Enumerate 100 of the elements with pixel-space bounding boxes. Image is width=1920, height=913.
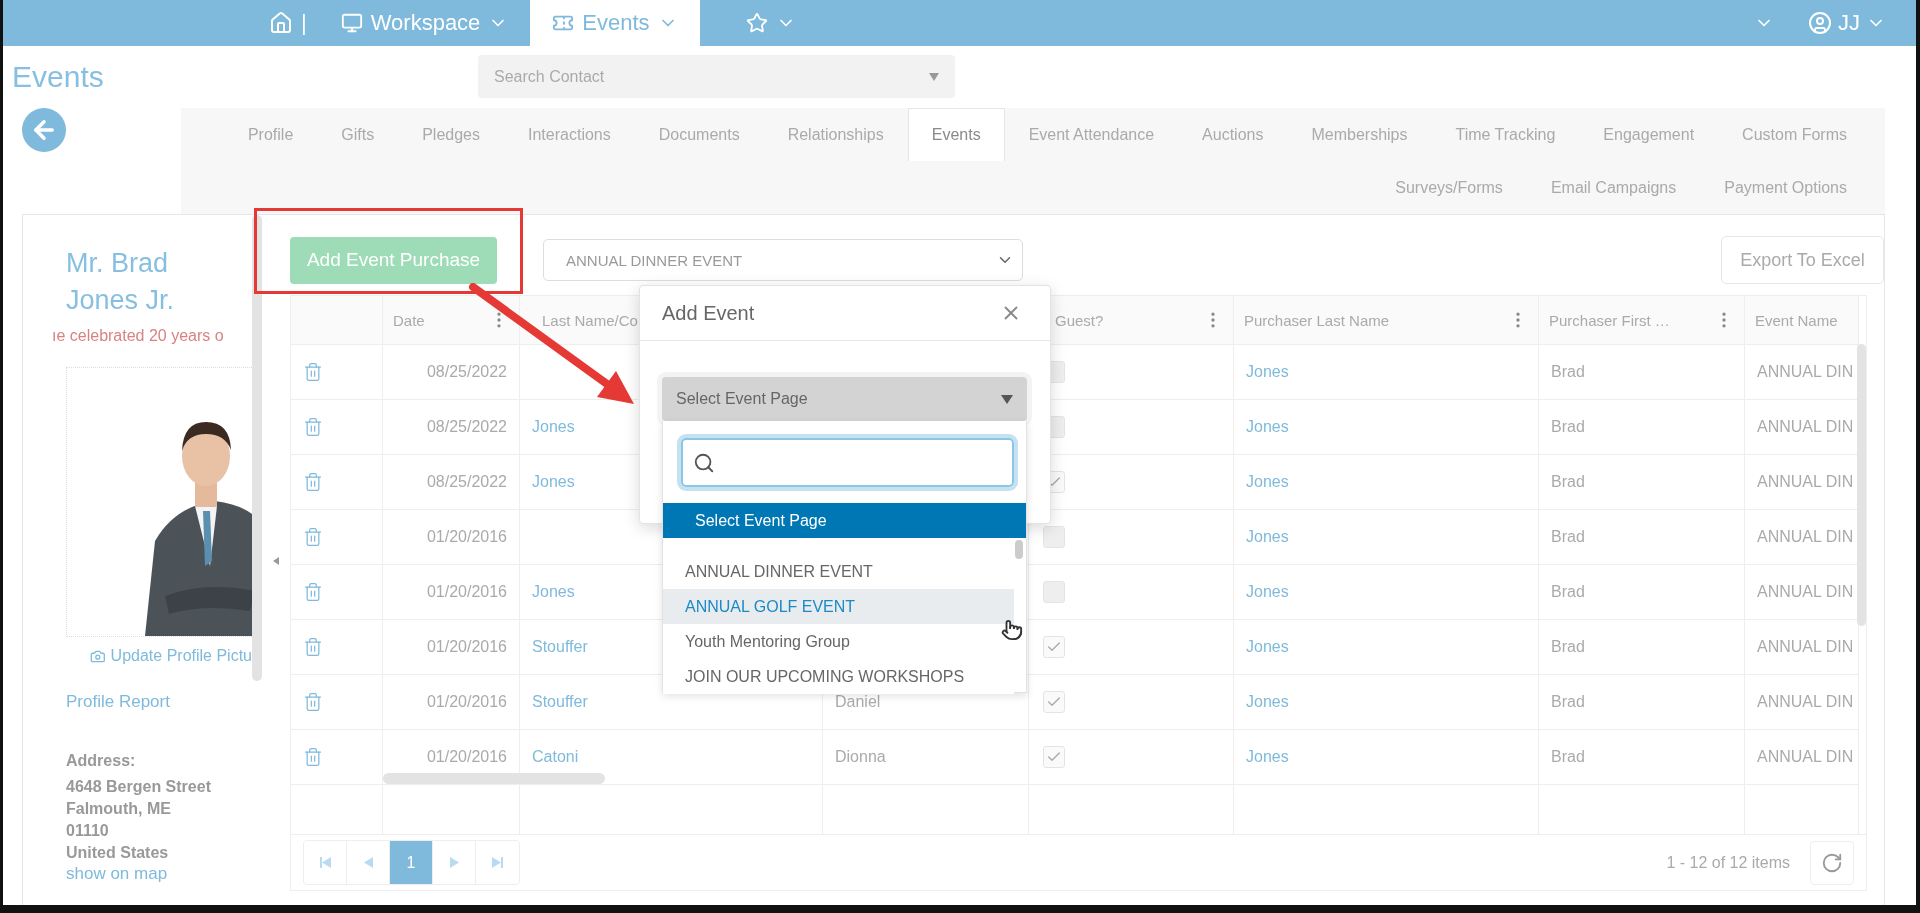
scrollbar[interactable] bbox=[1015, 540, 1023, 559]
add-purchase-button[interactable]: Add Event Purchase bbox=[290, 236, 497, 284]
table-cell: Jones bbox=[1234, 565, 1539, 620]
tab[interactable]: Gifts bbox=[317, 108, 399, 161]
pager-summary: 1 - 12 of 12 items bbox=[1666, 853, 1790, 872]
address-label: Address: bbox=[66, 752, 137, 770]
search-field[interactable]: Search Contact bbox=[478, 55, 955, 98]
star-icon[interactable] bbox=[745, 12, 768, 34]
table-cell: Jones bbox=[1234, 730, 1539, 785]
delete-icon[interactable] bbox=[303, 417, 323, 437]
scrollbar[interactable] bbox=[1857, 344, 1866, 626]
caret-icon bbox=[1001, 394, 1013, 404]
table-cell: 08/25/2022 bbox=[383, 345, 520, 400]
event-select[interactable]: ANNUAL DINNER EVENT bbox=[543, 239, 1023, 281]
table-cell: 01/20/2016 bbox=[383, 620, 520, 675]
tab[interactable]: Time Tracking bbox=[1431, 108, 1580, 161]
tab[interactable]: Email Campaigns bbox=[1526, 161, 1701, 214]
search-icon bbox=[693, 451, 715, 474]
table-cell: 08/25/2022 bbox=[383, 400, 520, 455]
refresh-button[interactable] bbox=[1810, 840, 1854, 885]
caret-icon bbox=[929, 72, 939, 81]
dropdown-option[interactable]: ANNUAL GOLF EVENT bbox=[663, 589, 1014, 624]
contact-name: Mr. Brad bbox=[66, 247, 170, 280]
table-cell: Brad bbox=[1539, 510, 1745, 565]
nav-tab[interactable]: Workspace bbox=[318, 0, 531, 46]
refresh-icon bbox=[1821, 851, 1843, 874]
address-line: United States bbox=[66, 843, 170, 863]
table-cell: 01/20/2016 bbox=[383, 565, 520, 620]
tab[interactable]: Memberships bbox=[1287, 108, 1432, 161]
nav-separator: | bbox=[301, 10, 307, 36]
map-link[interactable]: show on map bbox=[66, 864, 252, 884]
delete-icon[interactable] bbox=[303, 747, 323, 767]
tab[interactable]: Events bbox=[907, 108, 1005, 161]
column-header[interactable]: Date bbox=[383, 296, 520, 345]
home-icon[interactable] bbox=[269, 11, 293, 35]
collapse-icon[interactable] bbox=[273, 557, 279, 565]
nav-tab[interactable]: Events bbox=[530, 0, 700, 46]
column-header[interactable]: Event Name bbox=[1745, 296, 1859, 345]
table-cell: ANNUAL DIN bbox=[1745, 620, 1859, 675]
contact-note: ıe celebrated 20 years o bbox=[52, 327, 225, 345]
tab[interactable]: Relationships bbox=[763, 108, 908, 161]
profile-report-link[interactable]: Profile Report bbox=[66, 692, 252, 712]
table-cell: Brad bbox=[1539, 620, 1745, 675]
table-cell: Jones bbox=[1234, 400, 1539, 455]
table-cell: 08/25/2022 bbox=[383, 455, 520, 510]
table-cell: 01/20/2016 bbox=[383, 675, 520, 730]
tab[interactable]: Pledges bbox=[398, 108, 504, 161]
delete-icon[interactable] bbox=[303, 637, 323, 657]
delete-icon[interactable] bbox=[303, 472, 323, 492]
tab[interactable]: Payment Options bbox=[1700, 161, 1871, 214]
previous-page-icon bbox=[363, 857, 373, 868]
checkbox[interactable] bbox=[1043, 691, 1065, 713]
table-cell: ANNUAL DIN bbox=[1745, 675, 1859, 730]
table-cell: Brad bbox=[1539, 675, 1745, 730]
tab[interactable]: Auctions bbox=[1178, 108, 1288, 161]
dropdown-option[interactable]: Select Event Page bbox=[663, 503, 1026, 538]
last-page-icon bbox=[492, 857, 503, 868]
tab[interactable]: Custom Forms bbox=[1718, 108, 1871, 161]
delete-icon[interactable] bbox=[303, 362, 323, 382]
tab[interactable]: Event Attendance bbox=[1004, 108, 1179, 161]
tab[interactable]: Profile bbox=[223, 108, 318, 161]
delete-icon[interactable] bbox=[303, 527, 323, 547]
back-button[interactable] bbox=[22, 108, 66, 152]
delete-icon[interactable] bbox=[303, 582, 323, 602]
tab[interactable]: Surveys/Forms bbox=[1371, 161, 1527, 214]
first-page-button[interactable] bbox=[304, 841, 347, 884]
checkbox[interactable] bbox=[1043, 746, 1065, 768]
page-button[interactable]: 1 bbox=[390, 841, 433, 884]
table-cell: Jones bbox=[1234, 510, 1539, 565]
address-line: Falmouth, ME bbox=[66, 799, 172, 819]
monitor-icon bbox=[340, 12, 363, 34]
column-header[interactable]: Purchaser First … bbox=[1539, 296, 1745, 345]
scrollbar[interactable] bbox=[383, 773, 605, 784]
tab[interactable]: Interactions bbox=[504, 108, 635, 161]
user-icon[interactable] bbox=[1808, 11, 1832, 35]
table-cell: ANNUAL DIN bbox=[1745, 730, 1859, 785]
table-cell: 01/20/2016 bbox=[383, 510, 520, 565]
column-header[interactable]: Purchaser Last Name bbox=[1234, 296, 1539, 345]
table-cell: Jones bbox=[1234, 675, 1539, 730]
table-cell: Brad bbox=[1539, 565, 1745, 620]
table-cell: Brad bbox=[1539, 455, 1745, 510]
delete-icon[interactable] bbox=[303, 692, 323, 712]
table-cell: Brad bbox=[1539, 730, 1745, 785]
tab[interactable]: Engagement bbox=[1579, 108, 1719, 161]
checkbox[interactable] bbox=[1043, 636, 1065, 658]
table-cell: Jones bbox=[1234, 620, 1539, 675]
table-cell: Jones bbox=[1234, 345, 1539, 400]
checkbox[interactable] bbox=[1043, 581, 1065, 603]
user-initials[interactable]: JJ bbox=[1838, 10, 1860, 36]
scrollbar[interactable] bbox=[252, 215, 262, 681]
dropdown-option[interactable]: JOIN OUR UPCOMING WORKSHOPS bbox=[663, 659, 1014, 694]
tab[interactable]: Documents bbox=[634, 108, 764, 161]
dialog-title: Add Event bbox=[662, 301, 755, 325]
checkbox[interactable] bbox=[1043, 526, 1065, 548]
table-cell: Dionna bbox=[823, 730, 1029, 785]
table-cell: Jones bbox=[1234, 455, 1539, 510]
update-picture-link[interactable]: Update Profile Pictu bbox=[90, 647, 252, 665]
export-button[interactable]: Export To Excel bbox=[1721, 236, 1884, 284]
address-line: 4648 Bergen Street bbox=[66, 777, 212, 797]
first-page-icon bbox=[319, 857, 331, 868]
